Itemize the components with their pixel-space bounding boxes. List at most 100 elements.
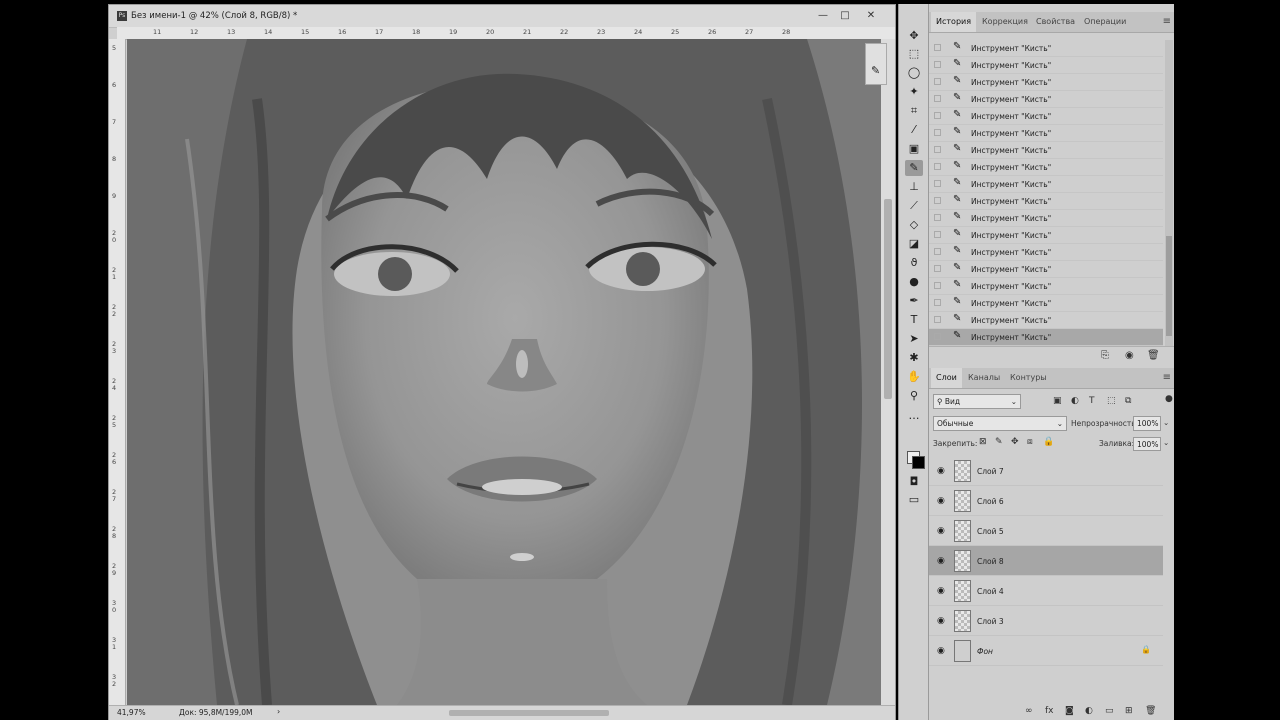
minimize-button[interactable]: — bbox=[813, 9, 833, 23]
history-checkbox[interactable] bbox=[934, 316, 941, 323]
filter-shape-icon[interactable]: ⬚ bbox=[1107, 396, 1116, 406]
history-checkbox[interactable] bbox=[934, 265, 941, 272]
snapshot-camera-icon[interactable]: ◉ bbox=[1125, 350, 1134, 361]
marquee-icon[interactable]: ⬚ bbox=[905, 46, 923, 62]
vertical-scroll-thumb[interactable] bbox=[884, 199, 892, 399]
brush-preset-icon[interactable]: ✎ bbox=[871, 64, 880, 77]
history-item[interactable]: ✎ Инструмент "Кисть" bbox=[929, 193, 1163, 210]
panel-menu-icon[interactable]: ≡ bbox=[1163, 16, 1171, 27]
link-icon[interactable]: ∞ bbox=[1025, 706, 1033, 716]
background-color-swatch[interactable] bbox=[912, 456, 925, 469]
history-item[interactable]: ✎ Инструмент "Кисть" bbox=[929, 125, 1163, 142]
tab-properties[interactable]: Свойства bbox=[1031, 12, 1080, 32]
filter-adjustment-icon[interactable]: ◐ bbox=[1071, 396, 1079, 406]
layers-menu-icon[interactable]: ≡ bbox=[1163, 372, 1171, 383]
group-icon[interactable]: ▭ bbox=[1105, 706, 1114, 716]
history-checkbox[interactable] bbox=[934, 231, 941, 238]
floating-brush-panel[interactable]: ✎ bbox=[865, 43, 887, 85]
type-icon[interactable]: T bbox=[905, 312, 923, 328]
new-document-from-state-icon[interactable]: ⎘ bbox=[1101, 350, 1109, 361]
history-checkbox[interactable] bbox=[934, 214, 941, 221]
hand-icon[interactable]: ✋ bbox=[905, 369, 923, 385]
magic-wand-icon[interactable]: ✦ bbox=[905, 84, 923, 100]
lock-pixels-icon[interactable]: ✎ bbox=[995, 437, 1003, 447]
layer-row[interactable]: ◉ Слой 5 bbox=[929, 516, 1163, 546]
ruler-vertical[interactable]: 5 6 7 8 9 2 0 2 1 2 2 2 3 2 4 2 5 2 6 2 7 2 8 2 9 3 0 3 … bbox=[109, 39, 126, 705]
tab-layers[interactable]: Слои bbox=[931, 368, 962, 388]
history-checkbox[interactable] bbox=[934, 78, 941, 85]
history-checkbox[interactable] bbox=[934, 282, 941, 289]
move-icon[interactable]: ✥ bbox=[905, 28, 923, 44]
history-checkbox[interactable] bbox=[934, 44, 941, 51]
document-titlebar[interactable]: Ps Без имени-1 @ 42% (Слой 8, RGB/8) * —… bbox=[109, 5, 895, 28]
history-checkbox[interactable] bbox=[934, 129, 941, 136]
layer-name[interactable]: Слой 5 bbox=[977, 527, 1004, 536]
history-checkbox[interactable] bbox=[934, 95, 941, 102]
layer-name[interactable]: Слой 7 bbox=[977, 467, 1004, 476]
trash-icon[interactable]: 🗑 bbox=[1145, 706, 1156, 716]
history-item[interactable]: ✎ Инструмент "Кисть" bbox=[929, 312, 1163, 329]
history-brush-icon[interactable]: ⟋ bbox=[905, 198, 923, 214]
history-item[interactable]: ✎ Инструмент "Кисть" bbox=[929, 159, 1163, 176]
blur-icon[interactable]: ϑ bbox=[905, 255, 923, 271]
dodge-icon[interactable]: ● bbox=[905, 274, 923, 290]
history-checkbox[interactable] bbox=[934, 197, 941, 204]
history-checkbox[interactable] bbox=[934, 61, 941, 68]
vertical-scrollbar[interactable] bbox=[881, 39, 895, 705]
tab-paths[interactable]: Контуры bbox=[1005, 368, 1052, 388]
layer-row[interactable]: ◉ Слой 7 bbox=[929, 456, 1163, 486]
crop-icon[interactable]: ⌗ bbox=[905, 103, 923, 119]
tab-history[interactable]: История bbox=[931, 12, 977, 32]
zoom-level[interactable]: 41,97% bbox=[117, 708, 146, 717]
shape-icon[interactable]: ✱ bbox=[905, 350, 923, 366]
history-item[interactable]: ✎ Инструмент "Кисть" bbox=[929, 278, 1163, 295]
stamp-icon[interactable]: ⊥ bbox=[905, 179, 923, 195]
brush-icon[interactable]: ✎ bbox=[905, 160, 923, 176]
history-item[interactable]: ✎ Инструмент "Кисть" bbox=[929, 295, 1163, 312]
bucket-icon[interactable]: ◪ bbox=[905, 236, 923, 252]
more-icon[interactable]: … bbox=[905, 408, 923, 424]
layer-row[interactable]: ◉ Слой 6 bbox=[929, 486, 1163, 516]
lock-position-icon[interactable]: ✥ bbox=[1011, 437, 1019, 447]
history-item[interactable]: ✎ Инструмент "Кисть" bbox=[929, 57, 1163, 74]
layer-name[interactable]: Фон bbox=[977, 647, 993, 656]
history-item[interactable]: ✎ Инструмент "Кисть" bbox=[929, 227, 1163, 244]
history-item[interactable]: ✎ Инструмент "Кисть" bbox=[929, 40, 1163, 57]
history-item[interactable]: ✎ Инструмент "Кисть" bbox=[929, 210, 1163, 227]
history-scroll-thumb[interactable] bbox=[1166, 236, 1172, 336]
status-menu-arrow[interactable]: › bbox=[277, 707, 280, 716]
visibility-eye-icon[interactable]: ◉ bbox=[937, 646, 945, 656]
layer-filter-select[interactable]: ⚲ Вид ⌄ bbox=[933, 394, 1021, 409]
history-item[interactable]: ✎ Инструмент "Кисть" bbox=[929, 74, 1163, 91]
lock-all-icon[interactable]: 🔒 bbox=[1043, 437, 1054, 447]
adjustment-icon[interactable]: ◐ bbox=[1085, 706, 1093, 716]
layer-name[interactable]: Слой 8 bbox=[977, 557, 1004, 566]
layer-name[interactable]: Слой 6 bbox=[977, 497, 1004, 506]
filter-toggle-icon[interactable]: ● bbox=[1165, 394, 1173, 404]
path-select-icon[interactable]: ➤ bbox=[905, 331, 923, 347]
eyedropper-icon[interactable]: ⁄ bbox=[905, 122, 923, 138]
history-checkbox[interactable] bbox=[934, 112, 941, 119]
layer-name[interactable]: Слой 4 bbox=[977, 587, 1004, 596]
maximize-button[interactable]: □ bbox=[835, 9, 855, 23]
history-item[interactable]: ✎ Инструмент "Кисть" bbox=[929, 329, 1163, 346]
tab-adjustments[interactable]: Коррекция bbox=[977, 12, 1033, 32]
history-item[interactable]: ✎ Инструмент "Кисть" bbox=[929, 176, 1163, 193]
layer-name[interactable]: Слой 3 bbox=[977, 617, 1004, 626]
blend-mode-select[interactable]: Обычные ⌄ bbox=[933, 416, 1067, 431]
history-item[interactable]: ✎ Инструмент "Кисть" bbox=[929, 108, 1163, 125]
history-checkbox[interactable] bbox=[934, 180, 941, 187]
opacity-input[interactable]: 100% bbox=[1133, 416, 1161, 431]
filter-type-icon[interactable]: T bbox=[1089, 396, 1095, 406]
history-checkbox[interactable] bbox=[934, 163, 941, 170]
tab-actions[interactable]: Операции bbox=[1079, 12, 1131, 32]
history-item[interactable]: ✎ Инструмент "Кисть" bbox=[929, 91, 1163, 108]
eraser-icon[interactable]: ◇ bbox=[905, 217, 923, 233]
history-checkbox[interactable] bbox=[934, 299, 941, 306]
lock-transparency-icon[interactable]: ⊠ bbox=[979, 437, 987, 447]
mask-icon[interactable]: ◙ bbox=[1065, 706, 1074, 716]
history-scrollbar[interactable] bbox=[1165, 40, 1173, 346]
visibility-eye-icon[interactable]: ◉ bbox=[937, 616, 945, 626]
new-layer-icon[interactable]: ⊞ bbox=[1125, 706, 1133, 716]
visibility-eye-icon[interactable]: ◉ bbox=[937, 586, 945, 596]
